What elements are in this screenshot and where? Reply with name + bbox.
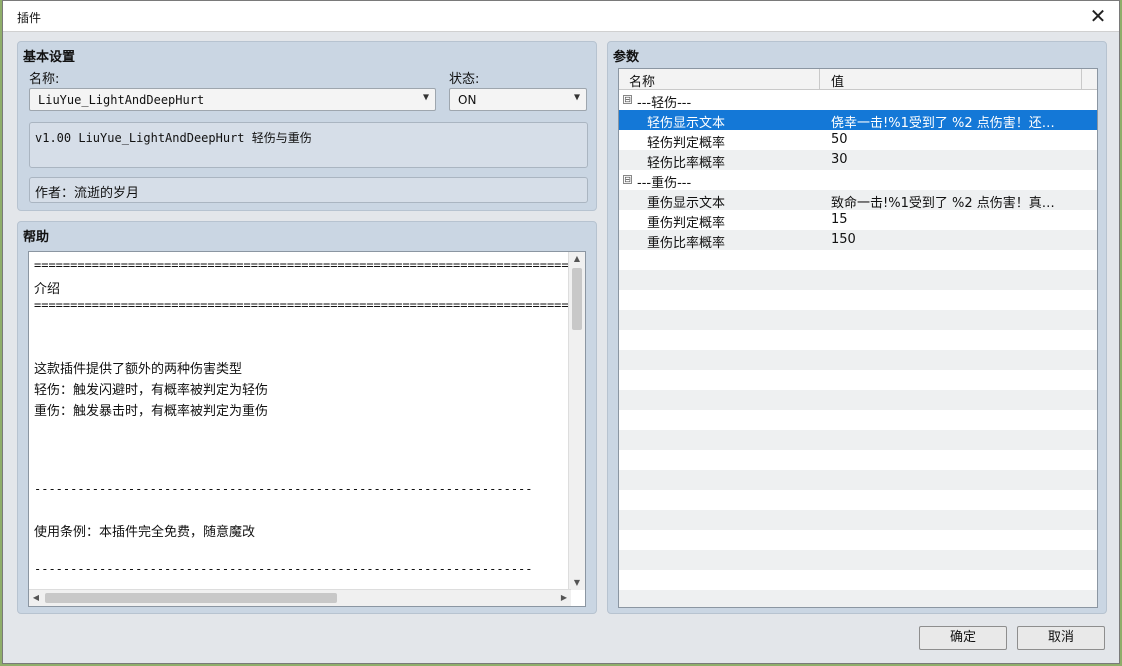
chevron-down-icon: ▼ [422,92,429,103]
empty-row [619,430,1097,450]
empty-row [619,330,1097,350]
name-select[interactable]: LiuYue_LightAndDeepHurt ▼ [29,88,436,111]
param-name: 轻伤比率概率 [647,156,726,171]
scroll-right-icon[interactable]: ▶ [557,590,571,606]
vertical-scrollbar[interactable]: ▲ ▼ [568,252,585,590]
column-header-value[interactable]: 值 [831,71,844,90]
empty-row [619,270,1097,290]
empty-row [619,410,1097,430]
help-line: 重伤：触发暴击时，有概率被判定为重伤 [34,404,269,419]
param-name: 重伤比率概率 [647,236,726,251]
scroll-up-icon[interactable]: ▲ [569,252,585,266]
param-name: 重伤显示文本 [647,196,726,211]
param-value: 150 [831,232,856,247]
empty-row [619,490,1097,510]
empty-row [619,350,1097,370]
group-row-light[interactable]: ⊟ ---轻伤--- [619,90,1097,111]
empty-row [619,570,1097,590]
param-name: 轻伤判定概率 [647,136,726,151]
ok-button[interactable]: 确定 [919,626,1007,650]
param-value: 30 [831,152,848,167]
help-heading: 帮助 [23,230,50,245]
empty-row [619,470,1097,490]
param-row[interactable]: 轻伤比率概率 30 [619,150,1097,171]
scroll-left-icon[interactable]: ◀ [29,590,43,606]
horizontal-scroll-thumb[interactable] [45,593,337,603]
empty-row [619,590,1097,607]
basic-settings-panel: 基本设置 名称: LiuYue_LightAndDeepHurt ▼ 状态: O… [17,41,597,211]
parameters-panel: 参数 名称 值 ⊟ ---轻伤--- 轻伤显示文本 侥幸一击!%1受到了 %2 … [607,41,1107,614]
group-row-heavy[interactable]: ⊟ ---重伤--- [619,170,1097,191]
column-header-name[interactable]: 名称 [629,71,655,90]
empty-row [619,250,1097,270]
title-bar: 插件 ✕ [3,1,1119,32]
parameters-heading: 参数 [613,50,640,65]
description-text: v1.00 LiuYue_LightAndDeepHurt 轻伤与重伤 [35,131,312,145]
empty-row [619,510,1097,530]
param-row[interactable]: 轻伤显示文本 侥幸一击!%1受到了 %2 点伤害！还… [619,110,1097,131]
param-row[interactable]: 轻伤判定概率 50 [619,130,1097,151]
scroll-down-icon[interactable]: ▼ [569,576,585,590]
basic-settings-heading: 基本设置 [23,50,76,65]
status-label: 状态: [449,72,480,87]
group-label: ---轻伤--- [637,96,692,111]
plugin-dialog: 插件 ✕ 基本设置 名称: LiuYue_LightAndDeepHurt ▼ … [2,0,1120,664]
column-divider[interactable] [819,69,820,89]
parameters-grid: 名称 值 ⊟ ---轻伤--- 轻伤显示文本 侥幸一击!%1受到了 %2 点伤害… [618,68,1098,608]
vertical-scroll-thumb[interactable] [572,268,582,330]
author-box: 作者：流逝的岁月 [29,177,588,203]
param-row[interactable]: 重伤判定概率 15 [619,210,1097,231]
param-row[interactable]: 重伤显示文本 致命一击!%1受到了 %2 点伤害！真… [619,190,1097,211]
group-label: ---重伤--- [637,176,692,191]
collapse-icon[interactable]: ⊟ [623,95,632,104]
help-line: ========================================… [34,258,576,272]
empty-row [619,290,1097,310]
name-select-value: LiuYue_LightAndDeepHurt [38,93,205,107]
param-name: 轻伤显示文本 [647,116,726,131]
collapse-icon[interactable]: ⊟ [623,175,632,184]
param-name: 重伤判定概率 [647,216,726,231]
help-line: 这款插件提供了额外的两种伤害类型 [34,362,243,377]
empty-row [619,370,1097,390]
empty-row [619,390,1097,410]
empty-row [619,450,1097,470]
param-row[interactable]: 重伤比率概率 150 [619,230,1097,251]
empty-row [619,550,1097,570]
help-line: 轻伤：触发闪避时，有概率被判定为轻伤 [34,383,269,398]
name-label: 名称: [29,72,60,87]
description-box: v1.00 LiuYue_LightAndDeepHurt 轻伤与重伤 [29,122,588,168]
help-line: 介绍 [34,282,61,297]
chevron-down-icon: ▼ [573,92,580,103]
help-textbox[interactable]: ========================================… [28,251,586,607]
window-title: 插件 [17,11,42,25]
help-line: ----------------------------------------… [34,482,533,496]
help-line: ----------------------------------------… [34,562,533,576]
param-value: 15 [831,212,848,227]
cancel-button[interactable]: 取消 [1017,626,1105,650]
param-value: 致命一击!%1受到了 %2 点伤害！真… [831,196,1055,211]
horizontal-scrollbar[interactable]: ◀ ▶ [29,589,571,606]
help-line: 使用条例：本插件完全免费，随意魔改 [34,525,256,540]
help-line: ========================================… [34,298,586,312]
empty-row [619,530,1097,550]
close-icon[interactable]: ✕ [1087,4,1109,28]
param-value: 50 [831,132,848,147]
help-panel: 帮助 =====================================… [17,221,597,614]
status-select[interactable]: ON ▼ [449,88,587,111]
empty-row [619,310,1097,330]
grid-header: 名称 值 [619,69,1097,90]
status-select-value: ON [458,93,477,107]
author-text: 作者：流逝的岁月 [35,186,140,201]
column-divider[interactable] [1081,69,1082,89]
param-value: 侥幸一击!%1受到了 %2 点伤害！还… [831,116,1055,131]
